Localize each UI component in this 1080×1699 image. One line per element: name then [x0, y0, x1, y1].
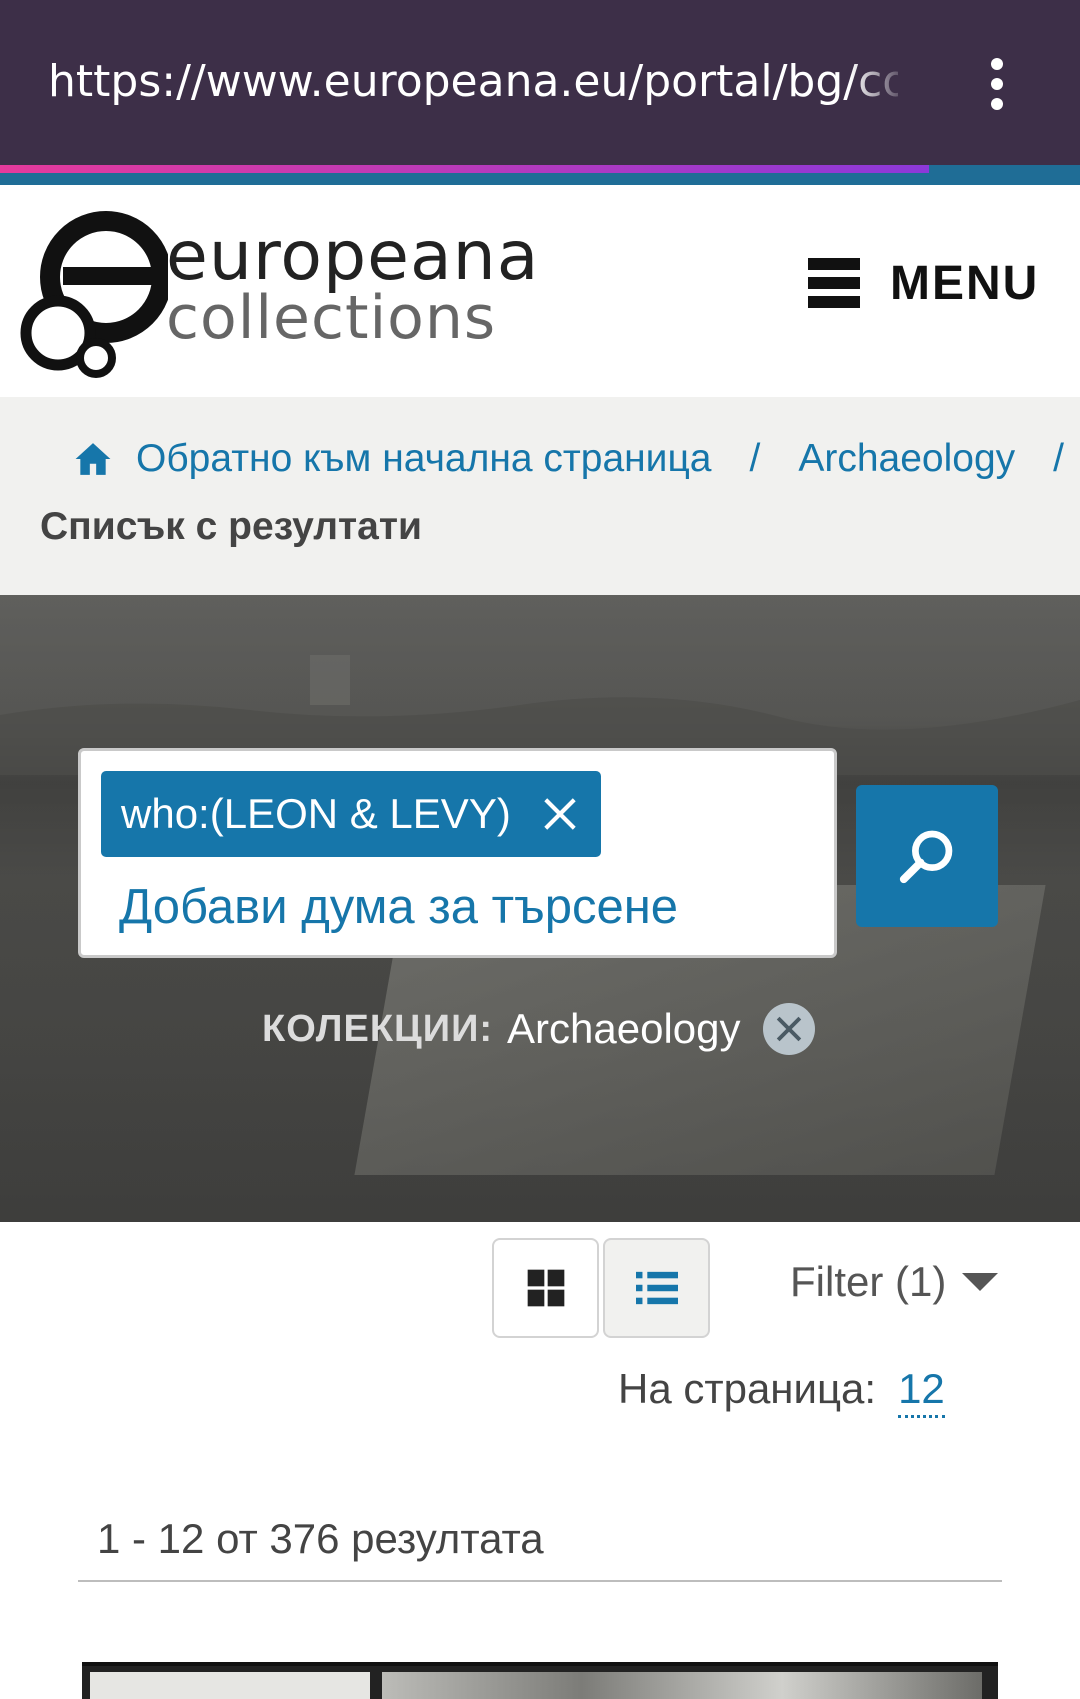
breadcrumb-collection-link[interactable]: Archaeology: [798, 437, 1015, 481]
view-toggle: [492, 1238, 710, 1338]
filter-label: Filter (1): [790, 1258, 947, 1305]
close-icon[interactable]: [541, 795, 579, 833]
search-input[interactable]: Добави дума за търсене: [119, 879, 678, 935]
menu-label: MENU: [890, 256, 1040, 310]
result-thumbnail[interactable]: [82, 1662, 998, 1699]
browser-menu-icon[interactable]: [985, 58, 1009, 110]
breadcrumb-current: Списък с резултати: [40, 505, 422, 548]
hamburger-icon: [808, 258, 860, 308]
browser-url-bar: https://www.europeana.eu/portal/bg/colle: [0, 0, 1080, 165]
grid-icon: [527, 1269, 564, 1307]
list-icon: [635, 1271, 678, 1305]
breadcrumb-home-link[interactable]: Обратно към начална страница: [136, 437, 712, 481]
filter-button[interactable]: Filter (1): [790, 1258, 999, 1306]
per-page-selector: На страница: 12: [618, 1365, 945, 1418]
remove-collection-button[interactable]: [762, 1003, 815, 1055]
url-text[interactable]: https://www.europeana.eu/portal/bg/colle: [48, 56, 898, 107]
divider: [78, 1580, 1002, 1582]
site-header: europeana collections MENU: [0, 185, 1080, 397]
per-page-label: На страница:: [618, 1365, 877, 1412]
per-page-value[interactable]: 12: [898, 1365, 945, 1418]
collection-filter-label: КОЛЕКЦИИ:: [262, 1007, 494, 1050]
result-count: 1 - 12 от 376 резултата: [97, 1515, 544, 1562]
logo-text-collections: collections: [166, 283, 497, 353]
europeana-logo-icon[interactable]: [18, 205, 168, 380]
menu-button[interactable]: MENU: [808, 253, 1039, 313]
breadcrumb-separator: /: [1053, 437, 1064, 480]
list-view-button[interactable]: [603, 1238, 710, 1338]
progress-bar-fill: [0, 165, 929, 173]
search-tag-label: who:(LEON & LEVY): [121, 790, 511, 837]
chevron-down-icon: [962, 1273, 999, 1291]
search-button[interactable]: [856, 785, 998, 927]
close-icon: [776, 1016, 801, 1042]
home-icon[interactable]: [74, 440, 112, 478]
breadcrumb-separator: /: [749, 437, 761, 480]
breadcrumb: Обратно към начална страница / Archaeolo…: [0, 397, 1080, 595]
search-tag: who:(LEON & LEVY): [101, 771, 601, 857]
grid-view-button[interactable]: [492, 1238, 599, 1338]
page-load-progress: [0, 165, 1080, 185]
search-input-box[interactable]: who:(LEON & LEVY) Добави дума за търсене: [78, 748, 837, 958]
search-icon: [899, 830, 953, 884]
collection-filter-value: Archaeology: [507, 1005, 741, 1052]
search-hero: who:(LEON & LEVY) Добави дума за търсене…: [0, 595, 1080, 1222]
collection-filter: КОЛЕКЦИИ: Archaeology: [262, 1003, 815, 1055]
